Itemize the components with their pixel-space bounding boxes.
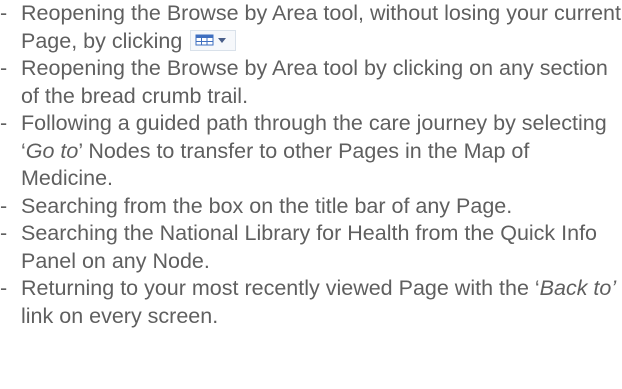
list-item: - Returning to your most recently viewed … (0, 275, 622, 330)
list-bullet: - (0, 193, 8, 218)
list-item: - Following a guided path through the car… (0, 110, 622, 193)
list-bullet: - (0, 221, 8, 245)
list-item: - Reopening the Browse by Area tool by cl… (0, 55, 622, 110)
item-emphasis: Back to’ (539, 276, 617, 300)
item-text: Returning to your most recently viewed P… (21, 276, 540, 300)
item-text: Searching the National Library for Healt… (21, 221, 598, 273)
list-item: - Searching from the box on the title bar… (0, 193, 622, 221)
item-text-end: link on every screen. (21, 303, 219, 328)
list-item: - Reopening the Browse by Area tool, with… (0, 0, 622, 55)
list-bullet: - (0, 1, 8, 25)
item-text-end: ’ Nodes to transfer to other Pages in th… (21, 138, 530, 191)
list-item: - Searching the National Library for Heal… (0, 220, 622, 275)
list-bullet: - (0, 111, 8, 135)
item-text: Reopening the Browse by Area tool, witho… (21, 1, 621, 53)
item-emphasis: Go to (25, 138, 79, 163)
feature-list: - Reopening the Browse by Area tool, with… (0, 0, 622, 330)
item-text: Reopening the Browse by Area tool by cli… (21, 56, 608, 108)
list-bullet: - (0, 56, 8, 80)
item-text: Searching from the box on the title bar … (21, 193, 513, 218)
browse-by-area-tool-icon[interactable] (190, 29, 237, 51)
list-bullet: - (0, 276, 8, 300)
